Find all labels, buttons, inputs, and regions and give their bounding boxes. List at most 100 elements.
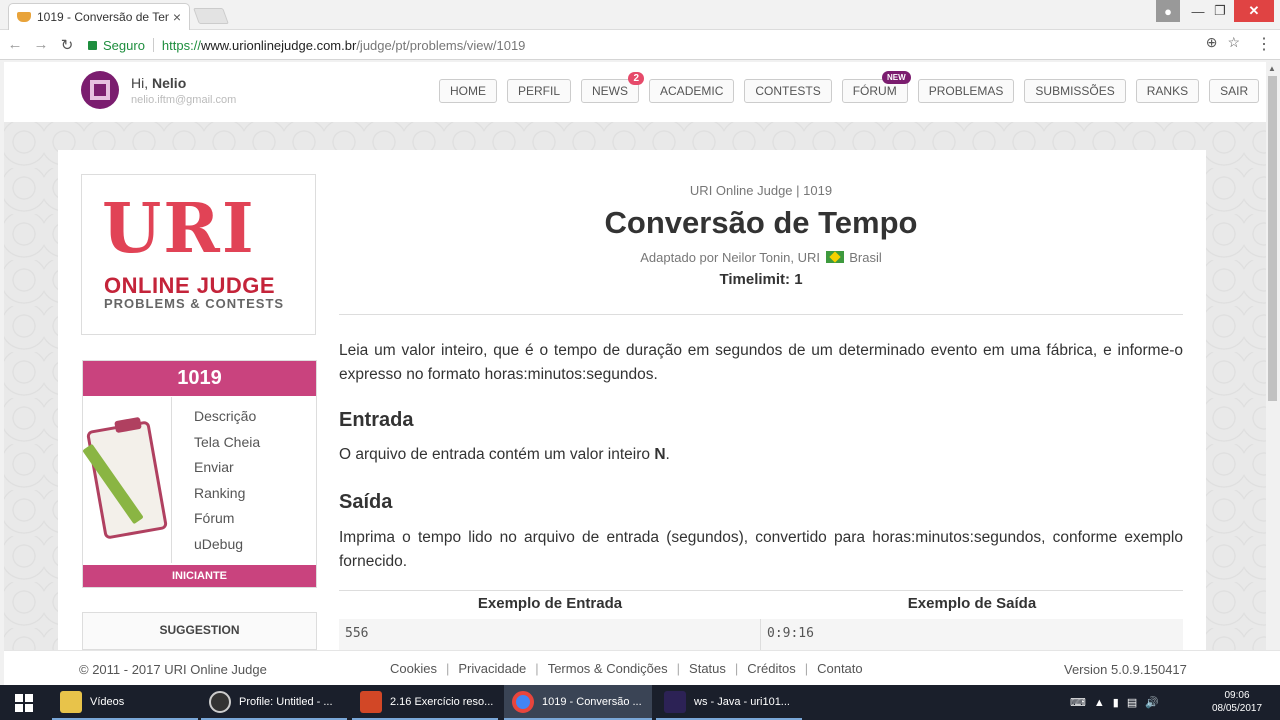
problem-description: Leia um valor inteiro, que é o tempo de …	[339, 342, 1183, 383]
taskbar-item-powerpoint[interactable]: 2.16 Exercício reso...	[352, 685, 498, 720]
nav-contests[interactable]: CONTESTS	[744, 79, 832, 103]
problem-crumb: URI Online Judge | 1019	[689, 183, 833, 198]
maximize-button[interactable]: ❐	[1210, 0, 1230, 22]
logo-tagline: PROBLEMS & CONTESTS	[104, 296, 285, 311]
nav-forum[interactable]: FÓRUM NEW	[841, 71, 911, 103]
taskbar-clock[interactable]: 09:06 08/05/2017	[1202, 689, 1272, 715]
avatar[interactable]	[81, 71, 119, 109]
bookmark-star-icon[interactable]: ☆	[1227, 34, 1240, 51]
nav-problemas[interactable]: PROBLEMAS	[917, 79, 1015, 103]
footer-link-termos[interactable]: Termos & Condições	[548, 661, 668, 676]
reload-icon[interactable]: ↻	[56, 34, 78, 56]
nav-label: FÓRUM	[852, 84, 897, 98]
scroll-up-icon[interactable]: ▲	[1268, 64, 1276, 73]
greeting-prefix: Hi,	[131, 75, 149, 91]
example-input-cell: 556	[339, 619, 761, 651]
taskbar-item-obs[interactable]: Profile: Untitled - ...	[201, 685, 347, 720]
user-email: nelio.iftm@gmail.com	[131, 94, 237, 106]
news-count-badge: 2	[628, 72, 645, 85]
nav-label: SUBMISSÕES	[1035, 84, 1115, 98]
nav-label: PERFIL	[518, 84, 561, 98]
clock-time: 09:06	[1224, 690, 1250, 701]
taskbar-label: Vídeos	[90, 695, 125, 708]
footer-link-cookies[interactable]: Cookies	[390, 661, 437, 676]
footer-sep: |	[734, 661, 739, 676]
zoom-icon[interactable]: ⊕	[1206, 34, 1218, 51]
keyboard-icon[interactable]: ⌨	[1070, 696, 1086, 709]
url-scheme: https://	[161, 37, 201, 53]
input-end: .	[665, 446, 670, 463]
output-heading: Saída	[339, 491, 393, 513]
avatar-pattern-icon	[90, 80, 110, 100]
nav-label: SAIR	[1220, 84, 1249, 98]
close-window-button[interactable]: ✕	[1234, 0, 1274, 22]
suggestion-box[interactable]: SUGGESTION	[82, 612, 317, 650]
page-scrollbar-thumb[interactable]	[1268, 76, 1277, 401]
footer-link-creditos[interactable]: Créditos	[747, 661, 795, 676]
browser-toolbar: ← → ↻ Seguro https://www.urionlinejudge.…	[0, 30, 1280, 60]
user-profile-icon[interactable]: ●	[1156, 0, 1180, 22]
footer-link-privacidade[interactable]: Privacidade	[458, 661, 526, 676]
menu-ranking[interactable]: Ranking	[194, 483, 260, 509]
author-country: Brasil	[849, 250, 882, 265]
nav-sair[interactable]: SAIR	[1209, 79, 1260, 103]
footer-link-status[interactable]: Status	[689, 661, 726, 676]
menu-descricao[interactable]: Descrição	[194, 406, 260, 432]
uri-logo[interactable]: URI ONLINE JUDGE PROBLEMS & CONTESTS	[81, 174, 316, 335]
clock-date: 08/05/2017	[1211, 703, 1263, 714]
nav-submissoes[interactable]: SUBMISSÕES	[1024, 79, 1126, 103]
menu-tela-cheia[interactable]: Tela Cheia	[194, 432, 260, 458]
network-icon[interactable]: ▤	[1127, 696, 1137, 709]
taskbar-item-chrome[interactable]: 1019 - Conversão ...	[504, 685, 652, 720]
nav-academic[interactable]: ACADEMIC	[649, 79, 735, 103]
output-description: Imprima o tempo lido no arquivo de entra…	[339, 529, 1183, 570]
menu-forum[interactable]: Fórum	[194, 508, 260, 534]
site-footer: © 2011 - 2017 URI Online Judge Cookies | …	[4, 650, 1280, 685]
example-divider	[760, 619, 761, 651]
tray-expand-icon[interactable]: ▲	[1094, 697, 1105, 709]
address-bar[interactable]: Seguro https://www.urionlinejudge.com.br…	[88, 34, 1248, 56]
nav-label: ACADEMIC	[660, 84, 724, 98]
nav-ranks[interactable]: RANKS	[1135, 79, 1200, 103]
nav-perfil[interactable]: PERFIL	[507, 79, 572, 103]
volume-icon[interactable]: 🔊	[1145, 696, 1159, 709]
taskbar-label: 2.16 Exercício reso...	[390, 695, 494, 708]
taskbar-item-videos[interactable]: Vídeos	[52, 685, 198, 720]
tab-close-icon[interactable]: ×	[173, 9, 181, 25]
forum-new-badge: NEW	[882, 71, 911, 84]
forward-icon[interactable]: →	[30, 34, 52, 56]
omnibox-separator	[152, 38, 154, 52]
footer-sep: |	[804, 661, 809, 676]
version-label: Version 5.0.9.150417	[1064, 662, 1187, 677]
nav-label: HOME	[450, 84, 486, 98]
taskbar-item-eclipse[interactable]: ws - Java - uri101...	[656, 685, 802, 720]
new-tab-button[interactable]	[193, 8, 229, 24]
timelimit: Timelimit: 1	[719, 271, 803, 288]
taskbar-label: Profile: Untitled - ...	[239, 695, 333, 708]
obs-icon	[209, 690, 231, 713]
back-icon[interactable]: ←	[4, 34, 26, 56]
system-tray: ⌨ ▲ ▮ ▤ 🔊	[1070, 685, 1159, 720]
page-title: Conversão de Tempo	[604, 205, 918, 240]
problem-author: Adaptado por Neilor Tonin, URI Brasil	[339, 250, 1183, 265]
browser-tab[interactable]: 1019 - Conversão de Ten ×	[8, 3, 190, 30]
power-icon[interactable]: ▮	[1113, 696, 1119, 709]
minimize-button[interactable]: —	[1188, 0, 1208, 22]
footer-sep: |	[535, 661, 539, 676]
user-greeting: Hi, Nelio	[131, 75, 186, 91]
main-nav: HOME PERFIL NEWS 2 ACADEMIC CONTESTS FÓRU…	[439, 71, 1260, 103]
browser-menu-icon[interactable]: ⋮	[1256, 34, 1272, 54]
nav-news[interactable]: NEWS 2	[581, 72, 645, 103]
start-button[interactable]	[0, 685, 48, 720]
input-text: O arquivo de entrada contém um valor int…	[339, 446, 651, 463]
footer-link-contato[interactable]: Contato	[817, 661, 863, 676]
footer-links: Cookies | Privacidade | Termos & Condições…	[390, 661, 863, 676]
suggestion-label: SUGGESTION	[159, 623, 240, 637]
url-path: /judge/pt/problems/view/1019	[356, 37, 526, 53]
taskbar-label: ws - Java - uri101...	[694, 695, 790, 708]
menu-enviar[interactable]: Enviar	[194, 457, 260, 483]
menu-udebug[interactable]: uDebug	[194, 534, 260, 560]
nav-home[interactable]: HOME	[439, 79, 497, 103]
windows-logo-icon	[15, 693, 33, 712]
input-description: O arquivo de entrada contém um valor int…	[339, 443, 1183, 467]
